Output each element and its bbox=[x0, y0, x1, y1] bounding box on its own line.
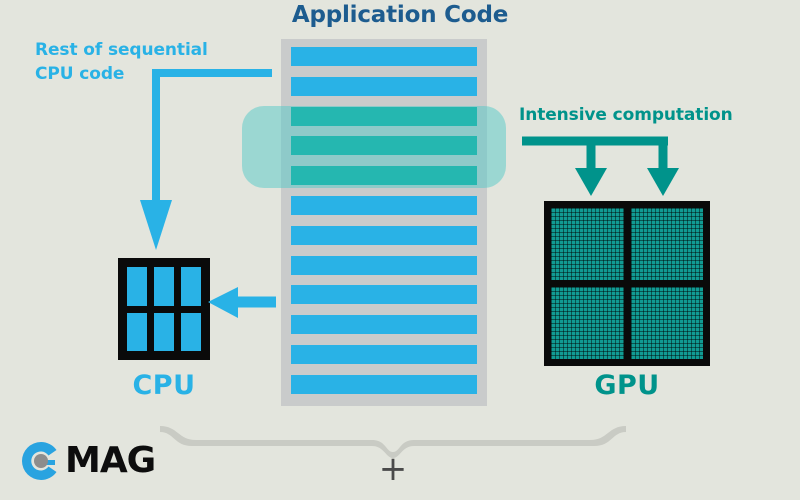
application-code-block bbox=[281, 39, 487, 406]
label-left-line2: CPU code bbox=[35, 64, 125, 84]
cpu-core-1 bbox=[127, 267, 147, 306]
fork-arrow-down-to-gpu-icon bbox=[522, 136, 679, 196]
plus-sign: + bbox=[378, 449, 408, 489]
gpu-label: GPU bbox=[594, 370, 660, 401]
logo[interactable]: MAG bbox=[18, 437, 156, 485]
cpu-core-6 bbox=[181, 312, 201, 351]
cpu-chip bbox=[118, 258, 210, 360]
code-line-12 bbox=[291, 374, 477, 394]
page-title: Application Code bbox=[291, 2, 509, 28]
gpu-chip bbox=[544, 201, 710, 366]
cpu-core-5 bbox=[154, 312, 174, 351]
code-line-11 bbox=[291, 345, 477, 364]
code-line-1 bbox=[291, 47, 477, 66]
code-line-10 bbox=[291, 315, 477, 335]
code-line-7 bbox=[291, 225, 477, 245]
cmag-logo-icon bbox=[21, 442, 57, 480]
gpu-quadrant-3 bbox=[551, 287, 624, 359]
gpu-quadrant-2 bbox=[630, 208, 703, 280]
intensive-computation-highlight bbox=[242, 106, 506, 188]
cpu-core-2 bbox=[154, 267, 174, 306]
gpu-quadrant-1 bbox=[551, 208, 624, 280]
arrow-left-to-cpu-icon bbox=[208, 287, 276, 318]
label-rest-of-sequential-cpu-code: Rest of sequential CPU code bbox=[35, 38, 265, 86]
diagram-canvas: Application Code Rest of sequential CPU … bbox=[0, 0, 800, 500]
logo-wordmark: MAG bbox=[65, 440, 156, 481]
cpu-core-4 bbox=[127, 312, 147, 351]
label-intensive-computation: Intensive computation bbox=[519, 105, 733, 125]
cpu-label: CPU bbox=[132, 370, 196, 401]
label-left-line1: Rest of sequential bbox=[35, 40, 208, 60]
code-line-6 bbox=[291, 196, 477, 215]
code-line-8 bbox=[291, 255, 477, 275]
gpu-quadrant-4 bbox=[630, 287, 703, 359]
code-line-9 bbox=[291, 285, 477, 305]
code-line-2 bbox=[291, 76, 477, 96]
cpu-core-3 bbox=[181, 267, 201, 306]
